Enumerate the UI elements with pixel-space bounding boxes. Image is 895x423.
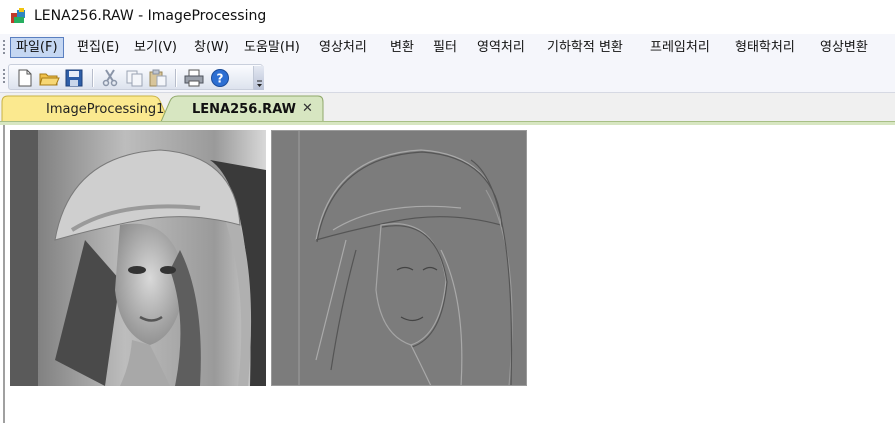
original-image [10,130,266,386]
toolbar-grip[interactable] [3,69,6,85]
svg-text:?: ? [217,72,224,86]
print-icon[interactable] [183,68,205,88]
menu-grip[interactable] [3,40,6,56]
window-title: LENA256.RAW - ImageProcessing [34,8,267,24]
copy-icon[interactable] [123,68,145,88]
menu-image-processing[interactable]: 영상처리 [313,37,373,58]
tab-lena256-raw[interactable]: LENA256.RAW [192,102,296,117]
title-bar: LENA256.RAW - ImageProcessing [0,0,895,34]
cut-icon[interactable] [99,68,121,88]
open-folder-icon[interactable] [38,68,60,88]
standard-toolstrip: ? [8,64,264,90]
menu-area-processing[interactable]: 영역처리 [471,37,531,58]
menu-filter[interactable]: 필터 [427,37,463,58]
menu-image-conversion[interactable]: 영상변환 [814,37,874,58]
menu-view[interactable]: 보기(V) [128,37,183,58]
close-tab-icon[interactable]: ✕ [302,101,313,116]
menu-frame-processing[interactable]: 프레임처리 [644,37,716,58]
menu-geometric-transform[interactable]: 기하학적 변환 [541,37,629,58]
new-file-icon[interactable] [13,68,35,88]
tab-imageprocessing1[interactable]: ImageProcessing1 [46,102,164,117]
toolbar-overflow-button[interactable] [253,66,264,90]
menu-window[interactable]: 창(W) [188,37,235,58]
toolbar-separator [175,69,176,87]
menu-morphology[interactable]: 형태학처리 [729,37,801,58]
app-icon[interactable] [10,7,28,25]
menu-edit[interactable]: 편집(E) [71,37,125,58]
menu-transform[interactable]: 변환 [384,37,420,58]
image-view-area [3,125,895,423]
grayscale-photo-icon [10,130,266,386]
emboss-filtered-photo-icon [271,130,527,386]
menu-help[interactable]: 도움말(H) [238,37,306,58]
paste-icon[interactable] [147,68,169,88]
menu-bar: 파일(F) 편집(E) 보기(V) 창(W) 도움말(H) 영상처리 변환 필터… [0,34,895,61]
help-icon[interactable]: ? [209,68,231,88]
processed-image [271,130,527,386]
toolbar: ? [0,61,895,93]
save-icon[interactable] [63,68,85,88]
toolbar-separator [92,69,93,87]
menu-file[interactable]: 파일(F) [10,37,64,58]
